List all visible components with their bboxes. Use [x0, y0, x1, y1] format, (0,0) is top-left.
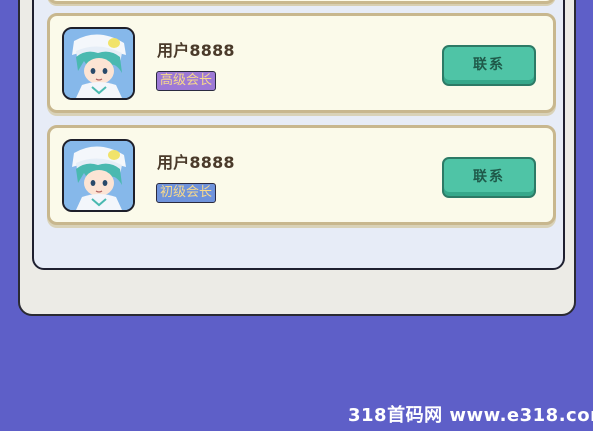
anime-avatar-icon [62, 139, 135, 212]
user-name: 用户8888 [157, 41, 235, 60]
level-badge: 初级会长 [156, 183, 217, 203]
previous-member-card [47, 0, 556, 4]
contact-button[interactable]: 联系 [442, 45, 536, 86]
level-badge: 高级会长 [156, 71, 217, 91]
member-card: 用户8888 初级会长 联系 [47, 125, 556, 225]
user-name: 用户8888 [157, 153, 235, 172]
member-card: 用户8888 高级会长 联系 [47, 13, 556, 113]
contact-button[interactable]: 联系 [442, 157, 536, 198]
site-watermark: 318首码网 www.e318.com [348, 405, 593, 426]
anime-avatar-icon [62, 27, 135, 100]
